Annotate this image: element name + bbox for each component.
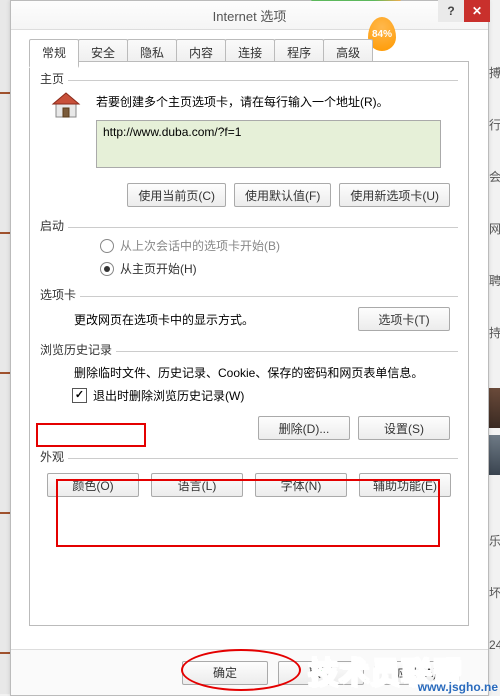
cancel-button[interactable]: 取消 (278, 661, 364, 685)
close-button[interactable]: ✕ (464, 0, 490, 22)
divider (68, 80, 458, 81)
tabs-label: 选项卡 (40, 286, 76, 303)
titlebar: Internet 选项 ? ✕ (11, 1, 488, 30)
homepage-url-input[interactable] (96, 120, 441, 168)
startup-last-label: 从上次会话中的选项卡开始(B) (120, 237, 280, 254)
startup-last-session-radio[interactable]: 从上次会话中的选项卡开始(B) (30, 234, 468, 257)
background-text-right: 搏 行 会 网 聘 持 乐 坏 24 (489, 60, 500, 680)
divider (116, 351, 458, 352)
startup-home-label: 从主页开始(H) (120, 260, 197, 277)
language-button[interactable]: 语言(L) (151, 473, 243, 497)
history-desc: 删除临时文件、历史记录、Cookie、保存的密码和网页表单信息。 (30, 358, 468, 383)
general-panel: 主页 若要创建多个主页选项卡，请在每行输入一个地址(R)。 使用当前页(C) 使… (29, 61, 469, 626)
radio-on-icon (100, 262, 114, 276)
homepage-intro: 若要创建多个主页选项卡，请在每行输入一个地址(R)。 (96, 93, 441, 110)
colors-button[interactable]: 颜色(O) (47, 473, 139, 497)
divider (80, 296, 458, 297)
startup-label: 启动 (40, 217, 64, 234)
homepage-label: 主页 (40, 70, 64, 87)
ok-button[interactable]: 确定 (182, 661, 268, 685)
checkbox-checked-icon (72, 388, 87, 403)
use-current-button[interactable]: 使用当前页(C) (127, 183, 226, 207)
background-left (0, 0, 10, 694)
startup-homepage-radio[interactable]: 从主页开始(H) (30, 257, 468, 280)
window-title: Internet 选项 (11, 6, 488, 25)
accessibility-button[interactable]: 辅助功能(E) (359, 473, 451, 497)
history-settings-button[interactable]: 设置(S) (358, 416, 450, 440)
tabs-button[interactable]: 选项卡(T) (358, 307, 450, 331)
radio-off-icon (100, 239, 114, 253)
home-icon (50, 89, 82, 121)
divider (68, 458, 458, 459)
delete-button[interactable]: 删除(D)... (258, 416, 350, 440)
use-newtab-button[interactable]: 使用新选项卡(U) (339, 183, 450, 207)
fonts-button[interactable]: 字体(N) (255, 473, 347, 497)
appearance-label: 外观 (40, 448, 64, 465)
tab-general[interactable]: 常规 (29, 39, 79, 68)
watermark-sub: www.jsgho.ne (418, 680, 498, 694)
history-label: 浏览历史记录 (40, 341, 112, 358)
dialog-footer: 确定 取消 应用(A) (11, 649, 488, 695)
delete-on-exit-label: 退出时删除浏览历史记录(W) (93, 387, 244, 404)
help-button[interactable]: ? (438, 0, 464, 22)
delete-on-exit-checkbox[interactable]: 退出时删除浏览历史记录(W) (30, 383, 468, 408)
tabs-desc: 更改网页在选项卡中的显示方式。 (74, 311, 254, 328)
divider (68, 227, 458, 228)
use-default-button[interactable]: 使用默认值(F) (234, 183, 331, 207)
internet-options-dialog: Internet 选项 ? ✕ 84% 常规 安全 隐私 内容 连接 程序 高级… (10, 0, 489, 696)
